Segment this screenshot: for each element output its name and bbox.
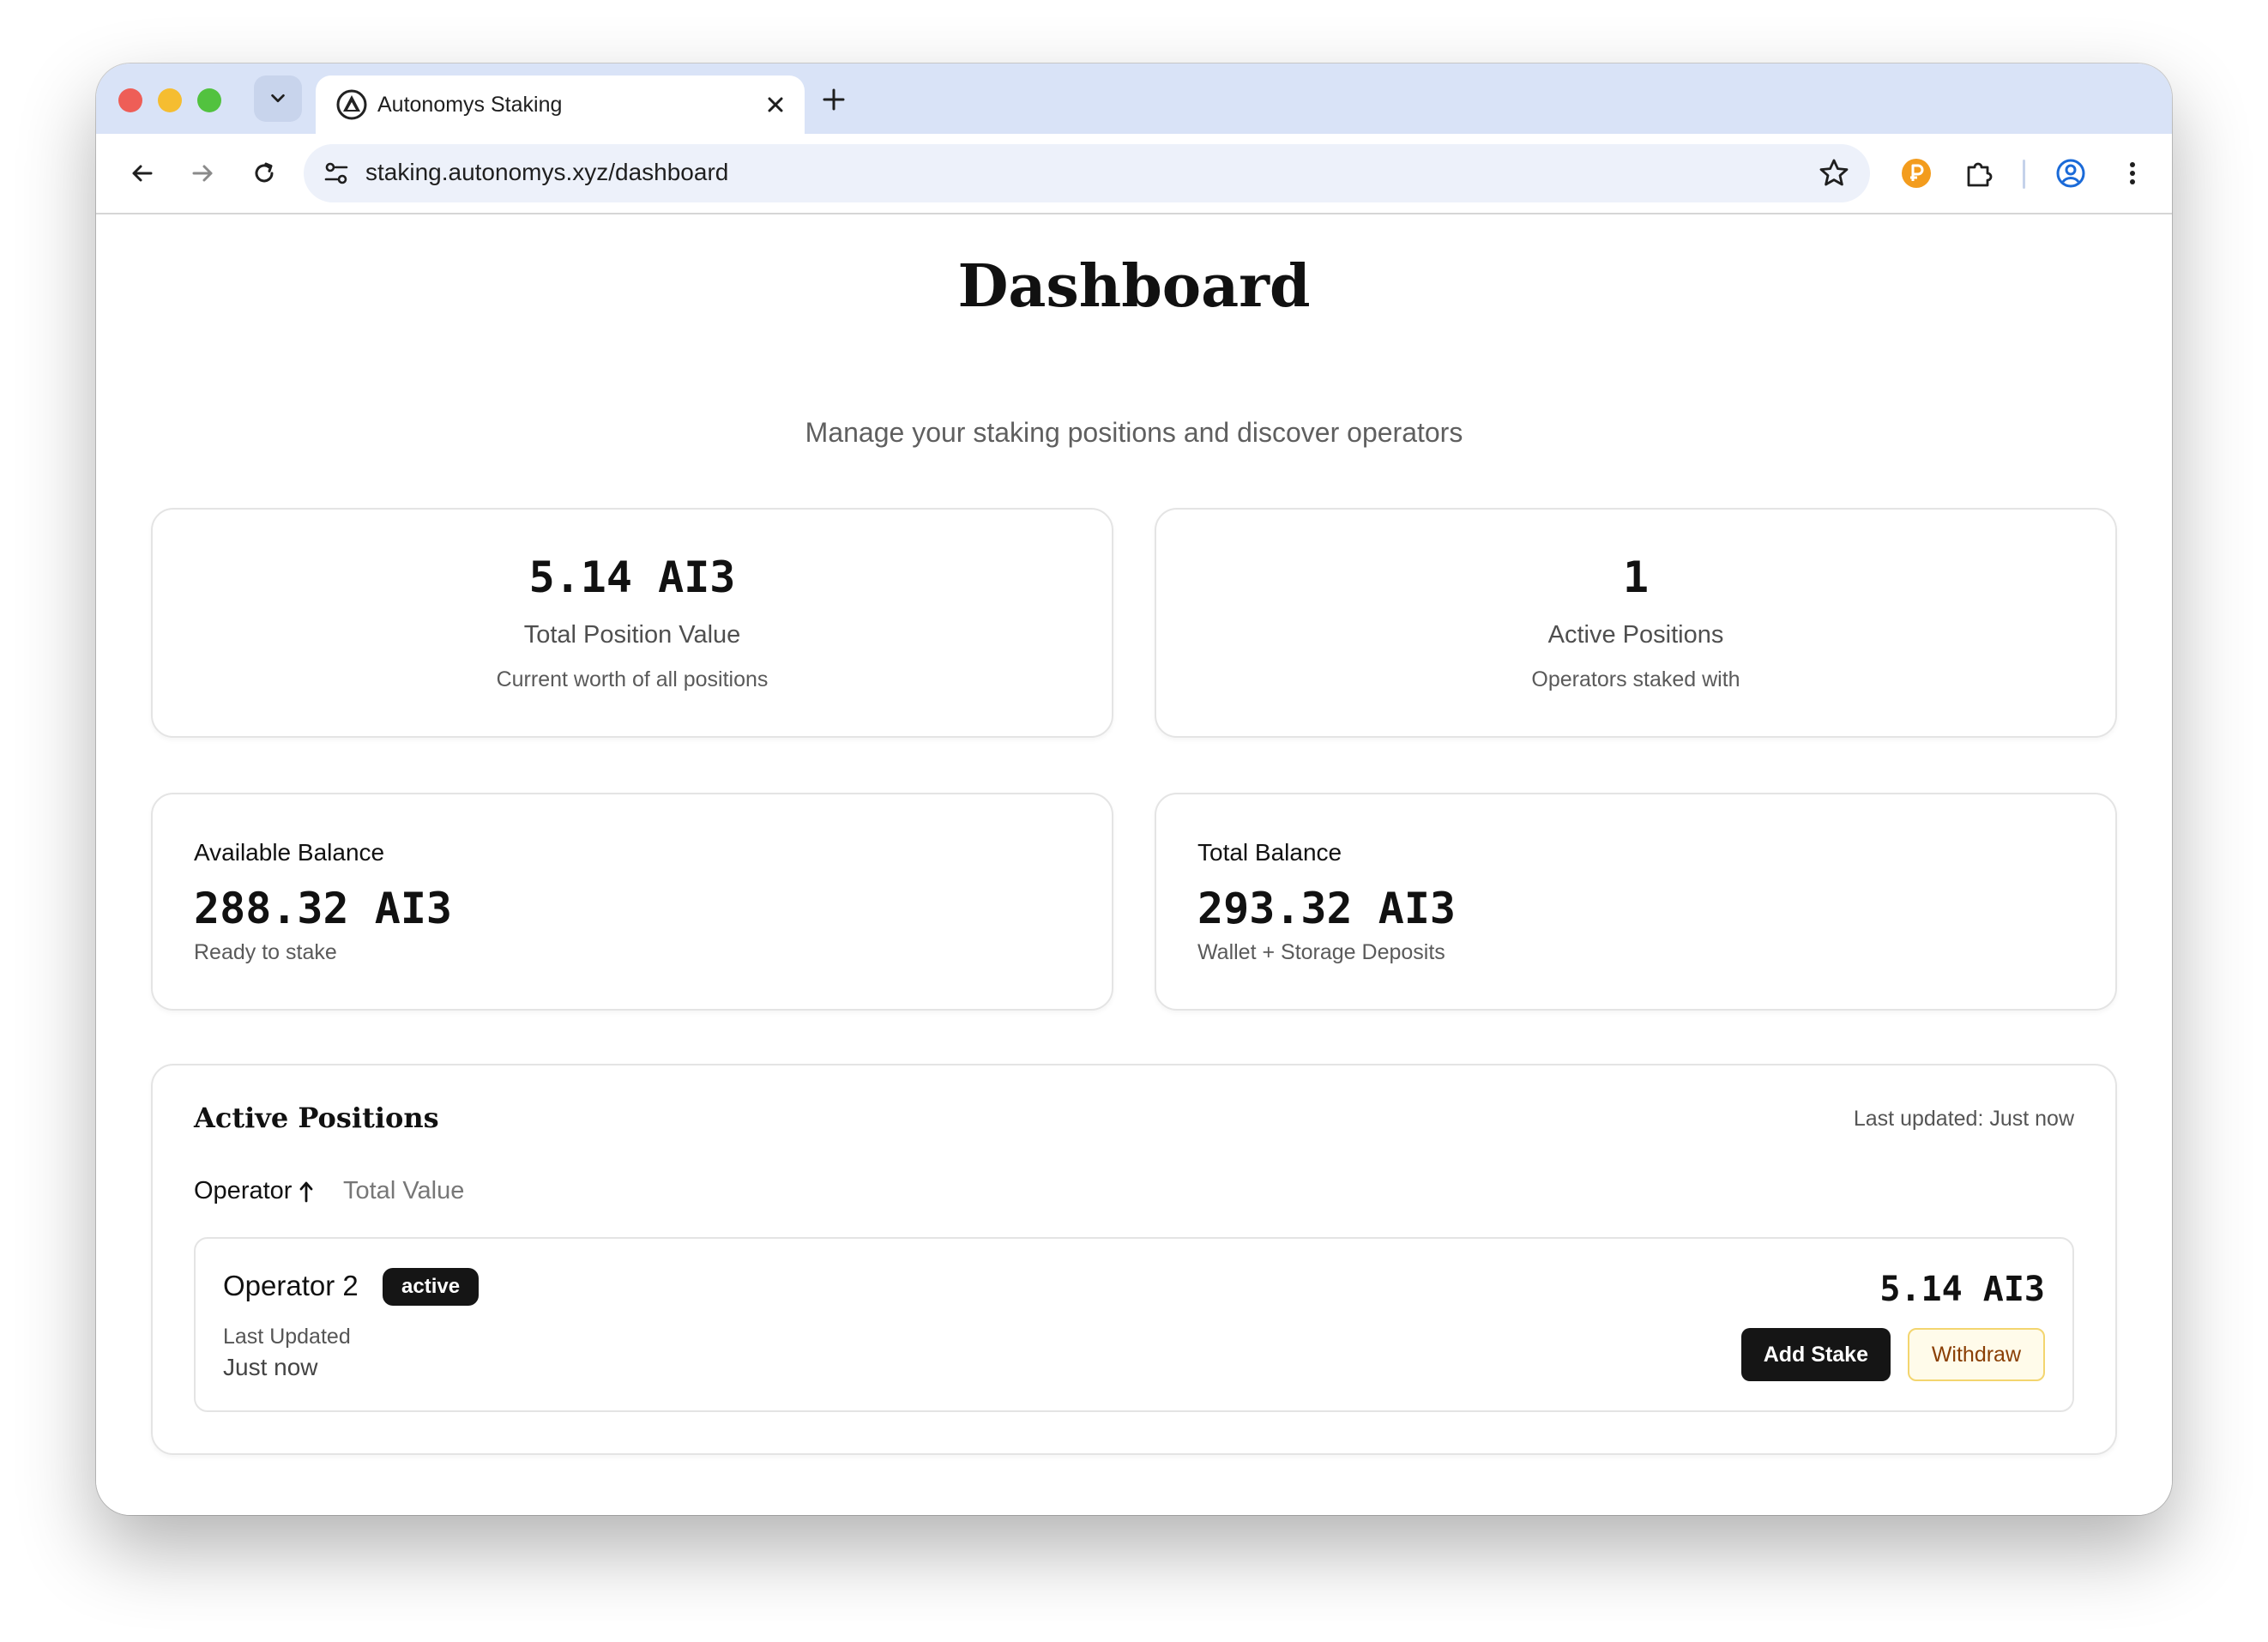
balance-label: Total Balance bbox=[1197, 839, 1342, 866]
minimize-window-button[interactable] bbox=[158, 88, 182, 112]
last-updated-label: Last Updated bbox=[223, 1325, 351, 1349]
balance-description: Wallet + Storage Deposits bbox=[1197, 940, 1445, 964]
stat-value: 1 bbox=[1622, 552, 1650, 602]
arrow-right-icon bbox=[192, 165, 213, 182]
tab-title: Autonomys Staking bbox=[377, 93, 563, 117]
active-positions-section: Active Positions Last updated: Just now … bbox=[151, 1064, 2117, 1455]
toolbar-divider bbox=[2023, 160, 2025, 189]
available-balance-card: Available Balance 288.32 AI3 Ready to st… bbox=[151, 793, 1113, 1011]
position-row: Operator 2 active Last Updated Just now … bbox=[194, 1237, 2074, 1412]
balance-description: Ready to stake bbox=[194, 940, 337, 964]
close-icon[interactable] bbox=[762, 91, 789, 118]
page-content: Dashboard Manage your staking positions … bbox=[96, 214, 2172, 1515]
plus-icon[interactable] bbox=[818, 84, 849, 115]
reload-icon bbox=[255, 162, 274, 183]
browser-toolbar: staking.autonomys.xyz/dashboard bbox=[96, 134, 2172, 214]
position-value: 5.14 AI3 bbox=[1879, 1270, 2045, 1309]
stat-description: Current worth of all positions bbox=[496, 667, 769, 691]
last-updated-text: Last updated: Just now bbox=[1853, 1107, 2074, 1131]
status-badge: active bbox=[383, 1268, 480, 1306]
address-bar[interactable]: staking.autonomys.xyz/dashboard bbox=[304, 144, 1870, 202]
total-balance-card: Total Balance 293.32 AI3 Wallet + Storag… bbox=[1155, 793, 2117, 1011]
stat-description: Operators staked with bbox=[1531, 667, 1740, 691]
tab-active[interactable]: Autonomys Staking bbox=[316, 75, 805, 134]
profile-icon bbox=[2056, 159, 2085, 188]
browser-window: Autonomys Staking staking.autonomys.xyz/… bbox=[96, 63, 2172, 1515]
tab-search-button[interactable] bbox=[254, 75, 302, 122]
withdraw-button[interactable]: Withdraw bbox=[1907, 1328, 2045, 1381]
total-position-value-card: 5.14 AI3 Total Position Value Current wo… bbox=[151, 508, 1113, 738]
page-title: Dashboard bbox=[957, 252, 1311, 321]
stat-label: Total Position Value bbox=[523, 621, 741, 649]
balance-value: 293.32 AI3 bbox=[1197, 884, 1457, 933]
stat-value: 5.14 AI3 bbox=[528, 552, 736, 602]
maximize-window-button[interactable] bbox=[197, 88, 221, 112]
reload-button[interactable] bbox=[244, 153, 285, 194]
browser-menu-button[interactable] bbox=[2112, 153, 2153, 194]
chevron-down-icon bbox=[271, 94, 285, 103]
autonomys-logo-icon bbox=[336, 89, 367, 120]
wallet-extension-button[interactable] bbox=[1896, 153, 1937, 194]
add-stake-button[interactable]: Add Stake bbox=[1740, 1328, 1891, 1381]
profile-button[interactable] bbox=[2050, 153, 2091, 194]
back-button[interactable] bbox=[122, 153, 163, 194]
stat-label: Active Positions bbox=[1547, 621, 1724, 649]
arrow-left-icon bbox=[132, 165, 153, 182]
kebab-menu-icon bbox=[2130, 162, 2135, 184]
puzzle-icon bbox=[1967, 162, 1993, 187]
tab-strip: Autonomys Staking bbox=[96, 63, 2172, 134]
p-extension-icon bbox=[1902, 159, 1931, 188]
section-heading: Active Positions bbox=[194, 1102, 439, 1134]
balance-value: 288.32 AI3 bbox=[194, 884, 453, 933]
sort-by-operator-button[interactable]: Operator bbox=[194, 1177, 314, 1205]
page-subtitle: Manage your staking positions and discov… bbox=[805, 417, 1463, 448]
operator-name: Operator 2 bbox=[223, 1270, 359, 1301]
arrow-up-icon bbox=[300, 1181, 313, 1202]
balance-label: Available Balance bbox=[194, 839, 385, 866]
extensions-button[interactable] bbox=[1959, 153, 2000, 194]
tune-icon[interactable] bbox=[321, 158, 352, 189]
forward-button[interactable] bbox=[182, 153, 223, 194]
sort-label: Operator bbox=[194, 1177, 293, 1204]
url-text: staking.autonomys.xyz/dashboard bbox=[365, 159, 729, 185]
close-window-button[interactable] bbox=[118, 88, 142, 112]
star-icon[interactable] bbox=[1817, 156, 1851, 190]
sort-by-total-value-button[interactable]: Total Value bbox=[343, 1177, 464, 1205]
active-positions-card: 1 Active Positions Operators staked with bbox=[1155, 508, 2117, 738]
last-updated-value: Just now bbox=[223, 1354, 318, 1380]
